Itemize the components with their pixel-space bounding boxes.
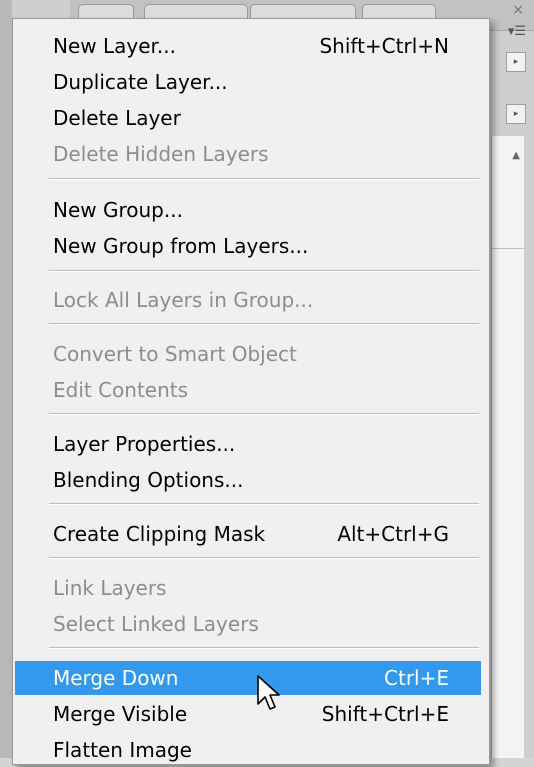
- menu-item-duplicate-layer[interactable]: Duplicate Layer...: [15, 65, 481, 99]
- scroll-up-arrow-icon[interactable]: ▲: [512, 150, 520, 161]
- menu-item-label: Layer Properties...: [53, 432, 236, 456]
- mouse-cursor-icon: [257, 675, 280, 710]
- menu-item-delete-layer[interactable]: Delete Layer: [15, 101, 481, 135]
- menu-item-label: Create Clipping Mask: [53, 522, 266, 546]
- menu-item-shortcut: Shift+Ctrl+N: [319, 34, 449, 58]
- menu-item-convert-to-smart-object: Convert to Smart Object: [15, 337, 481, 371]
- menu-item-label: Delete Layer: [53, 106, 181, 130]
- menu-item-label: Blending Options...: [53, 468, 244, 492]
- menu-item-lock-all-layers-in-group: Lock All Layers in Group...: [15, 283, 481, 317]
- menu-separator: [49, 647, 479, 649]
- menu-item-label: Edit Contents: [53, 378, 189, 402]
- menu-item-link-layers: Link Layers: [15, 571, 481, 605]
- menu-item-create-clipping-mask[interactable]: Create Clipping Mask Alt+Ctrl+G: [15, 517, 481, 551]
- menu-item-label: Delete Hidden Layers: [53, 142, 269, 166]
- menu-separator: [49, 557, 479, 559]
- menu-item-shortcut: Shift+Ctrl+E: [321, 702, 449, 726]
- menu-item-label: Select Linked Layers: [53, 612, 259, 636]
- menu-item-label: New Layer...: [53, 34, 176, 58]
- menu-item-new-group-from-layers[interactable]: New Group from Layers...: [15, 229, 481, 263]
- panel-menu-icon[interactable]: ▾☰: [508, 24, 526, 39]
- menu-item-label: Merge Down: [53, 666, 179, 690]
- menu-item-merge-down[interactable]: Merge Down Ctrl+E: [15, 661, 481, 695]
- close-icon[interactable]: ×: [512, 2, 524, 18]
- menu-separator: [49, 323, 479, 325]
- menu-item-edit-contents: Edit Contents: [15, 373, 481, 407]
- menu-separator: [49, 178, 479, 180]
- menu-separator: [49, 270, 479, 272]
- menu-item-merge-visible[interactable]: Merge Visible Shift+Ctrl+E: [15, 697, 481, 731]
- menu-item-label: New Group...: [53, 198, 183, 222]
- menu-item-select-linked-layers: Select Linked Layers: [15, 607, 481, 641]
- menu-item-delete-hidden-layers: Delete Hidden Layers: [15, 137, 481, 171]
- stepper-arrow-icon[interactable]: ▸: [506, 104, 526, 124]
- menu-item-label: New Group from Layers...: [53, 234, 309, 258]
- menu-separator: [49, 503, 479, 505]
- menu-item-new-group[interactable]: New Group...: [15, 193, 481, 227]
- layers-list-scrollbar[interactable]: [491, 136, 524, 758]
- stepper-arrow-icon[interactable]: ▸: [506, 52, 526, 72]
- menu-item-label: Flatten Image: [53, 738, 192, 762]
- layers-context-menu: New Layer... Shift+Ctrl+N Duplicate Laye…: [12, 18, 490, 765]
- menu-item-flatten-image[interactable]: Flatten Image: [15, 733, 481, 767]
- menu-item-label: Convert to Smart Object: [53, 342, 297, 366]
- menu-item-blending-options[interactable]: Blending Options...: [15, 463, 481, 497]
- menu-item-label: Merge Visible: [53, 702, 188, 726]
- menu-separator: [49, 413, 479, 415]
- menu-item-shortcut: Alt+Ctrl+G: [337, 522, 449, 546]
- menu-item-layer-properties[interactable]: Layer Properties...: [15, 427, 481, 461]
- layer-row-divider: [492, 248, 524, 249]
- panel-edge: [0, 0, 12, 758]
- menu-item-label: Lock All Layers in Group...: [53, 288, 314, 312]
- menu-item-new-layer[interactable]: New Layer... Shift+Ctrl+N: [15, 29, 481, 63]
- menu-item-label: Link Layers: [53, 576, 167, 600]
- menu-item-shortcut: Ctrl+E: [384, 666, 449, 690]
- menu-item-label: Duplicate Layer...: [53, 70, 228, 94]
